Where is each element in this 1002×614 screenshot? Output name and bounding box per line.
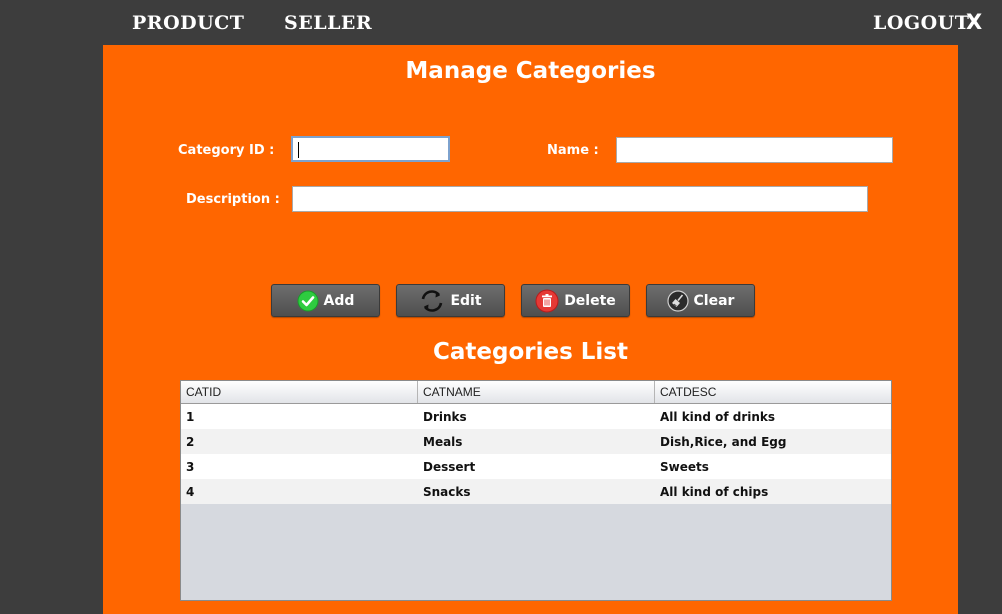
cell-catid: 2	[186, 435, 195, 449]
cell-catname: Meals	[423, 435, 463, 449]
column-header-catname[interactable]: CATNAME	[418, 381, 655, 403]
page-title: Manage Categories	[405, 58, 656, 84]
clear-button[interactable]: Clear	[646, 284, 755, 317]
cell-catdesc: Sweets	[660, 460, 709, 474]
categories-table[interactable]: CATID CATNAME CATDESC 1 Drinks All kind …	[180, 380, 892, 601]
refresh-icon	[422, 289, 443, 312]
add-button[interactable]: Add	[271, 284, 380, 317]
add-button-label: Add	[323, 292, 355, 309]
text-caret	[298, 142, 299, 158]
delete-button[interactable]: Delete	[521, 284, 630, 317]
logout-link[interactable]: LOGOUT	[873, 12, 969, 34]
table-row[interactable]: 2 Meals Dish,Rice, and Egg	[181, 429, 891, 454]
table-row[interactable]: 3 Dessert Sweets	[181, 454, 891, 479]
top-navigation-bar: PRODUCT SELLER LOGOUT X	[0, 0, 1002, 45]
table-row[interactable]: 4 Snacks All kind of chips	[181, 479, 891, 504]
cell-catid: 4	[186, 485, 195, 499]
cell-catdesc: All kind of chips	[660, 485, 769, 499]
nav-seller[interactable]: SELLER	[284, 12, 372, 34]
column-header-catdesc[interactable]: CATDESC	[655, 381, 891, 403]
clear-button-label: Clear	[693, 292, 735, 309]
delete-button-label: Delete	[564, 292, 616, 309]
broom-icon	[666, 289, 689, 312]
categories-list-title: Categories List	[432, 339, 628, 365]
check-circle-icon	[297, 290, 319, 311]
column-header-catid[interactable]: CATID	[181, 381, 418, 403]
category-id-label: Category ID :	[178, 143, 275, 158]
close-button[interactable]: X	[966, 10, 982, 34]
edit-button[interactable]: Edit	[396, 284, 505, 317]
category-id-input[interactable]	[291, 136, 450, 162]
cell-catname: Dessert	[423, 460, 476, 474]
name-label: Name :	[547, 143, 599, 158]
cell-catname: Drinks	[423, 410, 467, 424]
nav-product[interactable]: PRODUCT	[132, 12, 244, 34]
edit-button-label: Edit	[450, 292, 482, 309]
cell-catdesc: Dish,Rice, and Egg	[660, 435, 787, 449]
cell-catid: 1	[186, 410, 195, 424]
manage-categories-panel: Manage Categories Category ID : Name : D…	[103, 45, 958, 614]
name-input[interactable]	[616, 137, 893, 163]
cell-catname: Snacks	[423, 485, 471, 499]
cell-catid: 3	[186, 460, 195, 474]
trash-icon	[535, 289, 559, 312]
table-body: 1 Drinks All kind of drinks 2 Meals Dish…	[181, 404, 891, 504]
table-header: CATID CATNAME CATDESC	[181, 381, 891, 404]
table-row[interactable]: 1 Drinks All kind of drinks	[181, 404, 891, 429]
description-label: Description :	[186, 192, 280, 207]
description-input[interactable]	[292, 186, 868, 212]
cell-catdesc: All kind of drinks	[660, 410, 776, 424]
